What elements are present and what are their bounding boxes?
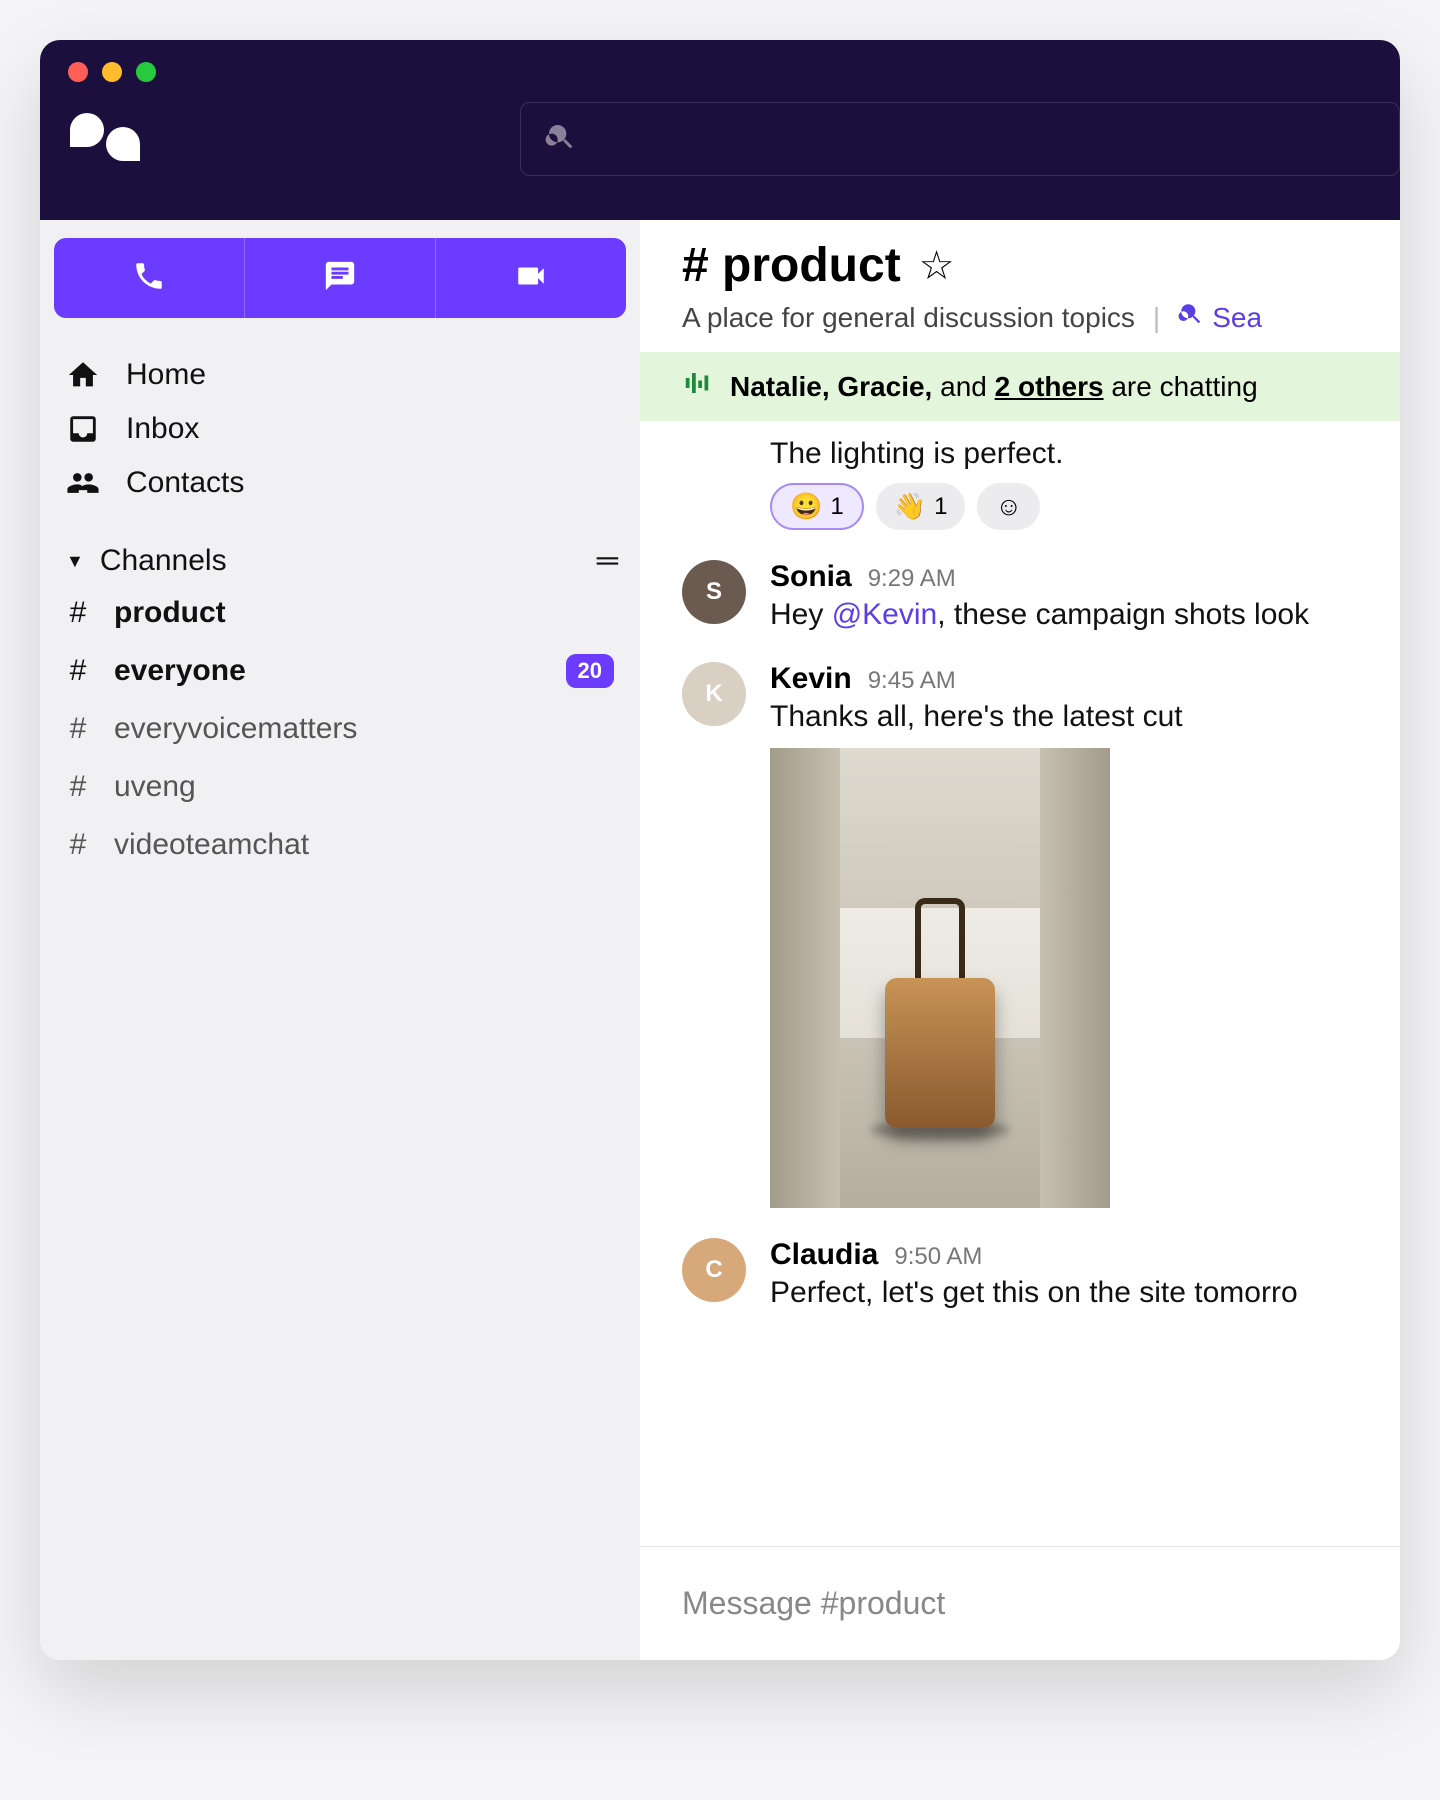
channel-title: # product — [682, 238, 901, 293]
message-text: Hey @Kevin, these campaign shots look — [770, 598, 1400, 632]
reaction-emoji-icon: 😀 — [790, 491, 822, 522]
channel-videoteamchat[interactable]: # videoteamchat — [54, 816, 626, 874]
reaction-count: 1 — [830, 493, 843, 521]
nav-label: Contacts — [126, 466, 244, 500]
titlebar — [40, 40, 1400, 220]
channel-search-link[interactable]: Sea — [1178, 301, 1262, 334]
avatar[interactable]: S — [682, 560, 746, 624]
channels-header-label: Channels — [100, 544, 227, 578]
message-text: The lighting is perfect. — [770, 437, 1400, 471]
message-row: C Claudia 9:50 AM Perfect, let's get this o… — [682, 1238, 1400, 1310]
composer-placeholder: Message #product — [682, 1585, 945, 1621]
quick-actions — [54, 238, 626, 318]
maximize-window-button[interactable] — [136, 62, 156, 82]
message-time: 9:45 AM — [868, 667, 956, 695]
now-chatting-bar[interactable]: Natalie, Gracie, and 2 others are chatti… — [640, 352, 1400, 421]
window-controls — [40, 40, 1400, 82]
channel-uveng[interactable]: # uveng — [54, 758, 626, 816]
divider: | — [1153, 302, 1160, 334]
avatar[interactable]: C — [682, 1238, 746, 1302]
smiley-icon: ☺ — [995, 491, 1022, 522]
app-window: Home Inbox Contacts ▼ Channels ═ # produc… — [40, 40, 1400, 1660]
mention[interactable]: @Kevin — [832, 598, 938, 631]
channel-label: everyvoicematters — [114, 712, 357, 746]
channel-list: # product # everyone 20 # everyvoicematters # uv… — [54, 584, 626, 874]
topbar — [40, 82, 1400, 176]
message-author[interactable]: Claudia — [770, 1238, 878, 1272]
star-icon[interactable]: ☆ — [919, 243, 955, 289]
chatting-text: Natalie, Gracie, and 2 others are chatti… — [730, 371, 1258, 403]
close-window-button[interactable] — [68, 62, 88, 82]
app-body: Home Inbox Contacts ▼ Channels ═ # produc… — [40, 220, 1400, 1660]
channel-label: uveng — [114, 770, 196, 804]
message-author[interactable]: Kevin — [770, 662, 852, 696]
add-reaction-button[interactable]: ☺ — [977, 483, 1040, 530]
channel-everyone[interactable]: # everyone 20 — [54, 642, 626, 700]
hash-icon: # — [66, 596, 90, 630]
caret-down-icon: ▼ — [66, 551, 84, 572]
call-button[interactable] — [54, 238, 245, 318]
nav-label: Home — [126, 358, 206, 392]
message-button[interactable] — [245, 238, 436, 318]
hash-icon: # — [66, 712, 90, 746]
nav-contacts[interactable]: Contacts — [54, 456, 626, 510]
unread-badge: 20 — [566, 654, 614, 688]
hash-icon: # — [66, 828, 90, 862]
channel-everyvoicematters[interactable]: # everyvoicematters — [54, 700, 626, 758]
channel-header: # product ☆ A place for general discussi… — [640, 220, 1400, 352]
image-attachment[interactable] — [770, 748, 1110, 1208]
reaction-pill[interactable]: 👋1 — [876, 483, 966, 530]
channel-product[interactable]: # product — [54, 584, 626, 642]
minimize-window-button[interactable] — [102, 62, 122, 82]
reaction-emoji-icon: 👋 — [894, 491, 926, 522]
avatar[interactable]: K — [682, 662, 746, 726]
main-panel: # product ☆ A place for general discussi… — [640, 220, 1400, 1660]
search-icon — [1178, 301, 1204, 334]
channel-title-row: # product ☆ — [682, 238, 1400, 293]
hash-icon: # — [66, 654, 90, 688]
reaction-pill[interactable]: 😀1 — [770, 483, 864, 530]
hash-icon: # — [66, 770, 90, 804]
message-row: K Kevin 9:45 AM Thanks all, here's the late… — [682, 662, 1400, 1208]
global-search-input[interactable] — [520, 102, 1400, 176]
message-row: S Sonia 9:29 AM Hey @Kevin, these campaign … — [682, 560, 1400, 632]
channel-search-label: Sea — [1212, 302, 1262, 334]
reaction-count: 1 — [934, 493, 947, 521]
channels-section-header[interactable]: ▼ Channels ═ — [54, 510, 626, 584]
message-time: 9:50 AM — [894, 1243, 982, 1271]
message-time: 9:29 AM — [868, 565, 956, 593]
contacts-icon — [66, 466, 100, 500]
chat-icon — [323, 259, 357, 298]
app-logo-icon — [70, 109, 140, 169]
reaction-bar: 😀1👋1☺ — [770, 483, 1400, 530]
message-text: Perfect, let's get this on the site tomo… — [770, 1276, 1400, 1310]
sidebar: Home Inbox Contacts ▼ Channels ═ # produc… — [40, 220, 640, 1660]
home-icon — [66, 358, 100, 392]
search-icon — [545, 121, 577, 158]
nav-label: Inbox — [126, 412, 199, 446]
phone-icon — [132, 259, 166, 298]
channel-label: everyone — [114, 654, 246, 688]
inbox-icon — [66, 412, 100, 446]
nav-home[interactable]: Home — [54, 348, 626, 402]
video-icon — [514, 259, 548, 298]
message-composer[interactable]: Message #product — [640, 1546, 1400, 1660]
video-button[interactable] — [436, 238, 626, 318]
drag-handle-icon[interactable]: ═ — [597, 544, 614, 578]
message-list[interactable]: The lighting is perfect. 😀1👋1☺ SSonia9:2… — [640, 421, 1400, 1546]
message-author[interactable]: Sonia — [770, 560, 852, 594]
message-text: Thanks all, here's the latest cut — [770, 700, 1400, 734]
channel-label: videoteamchat — [114, 828, 309, 862]
channel-subtitle: A place for general discussion topics — [682, 302, 1135, 334]
channel-label: product — [114, 596, 226, 630]
audio-bars-icon — [682, 368, 712, 405]
nav-inbox[interactable]: Inbox — [54, 402, 626, 456]
